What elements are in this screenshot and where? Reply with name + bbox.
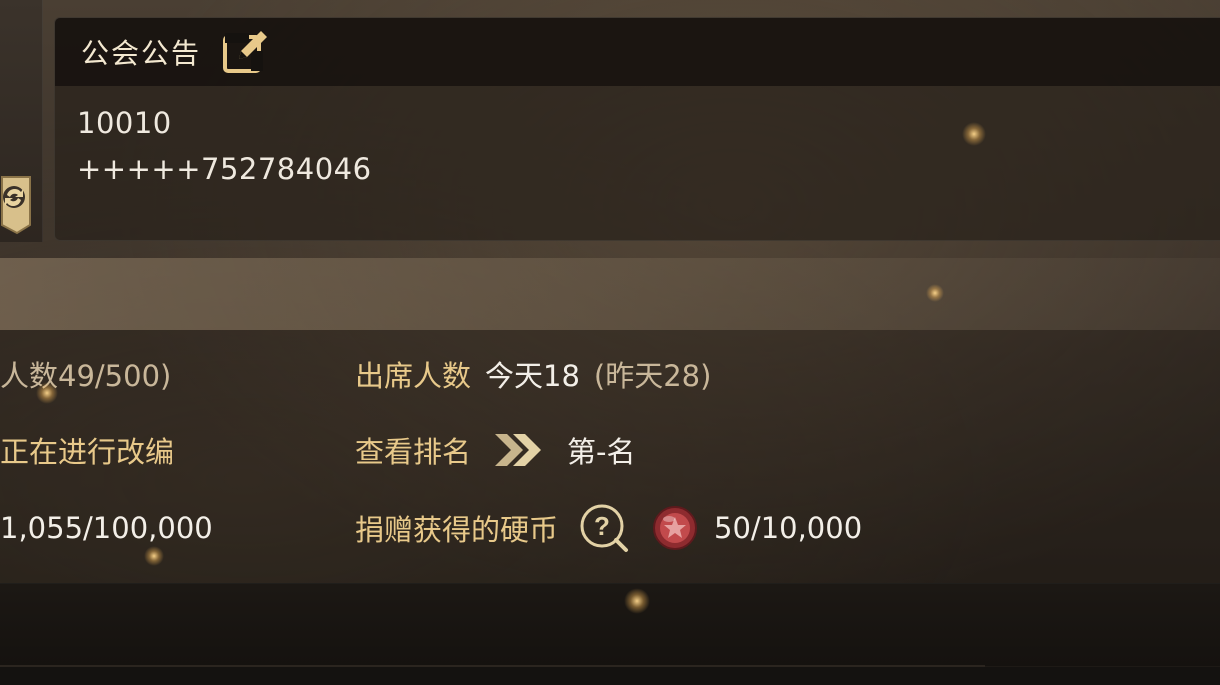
ranking-value: 第-名: [567, 435, 636, 469]
double-chevron-right-icon[interactable]: [493, 430, 547, 470]
bottom-edge: [0, 667, 1220, 685]
notice-title: 公会公告: [81, 37, 202, 70]
sparkle-particle: [962, 122, 986, 146]
sparkle-particle: [144, 546, 164, 566]
guild-status: 正在进行改编: [0, 435, 175, 469]
guild-swap-icon[interactable]: [0, 173, 34, 235]
bottom-bar: [0, 583, 1220, 666]
ranking-row[interactable]: 查看排名 第-名: [355, 422, 635, 478]
attendance-row: 出席人数 今天18 (昨天28): [355, 346, 711, 402]
notice-line: 10010: [77, 106, 172, 140]
sparkle-particle: [36, 382, 58, 404]
sparkle-particle: [926, 284, 944, 302]
donation-row: 捐赠获得的硬币 ? 50/10,000: [355, 500, 862, 556]
guild-notice-panel: 公会公告 10010 +++++752784046: [54, 17, 1220, 241]
red-coin-icon: [652, 505, 698, 551]
svg-text:?: ?: [594, 511, 610, 541]
notice-line: +++++752784046: [77, 152, 372, 186]
guild-stats-area: 人数49/500) 出席人数 今天18 (昨天28) 正在进行改编 查看排名 第…: [0, 330, 1220, 583]
question-magnifier-icon[interactable]: ?: [578, 502, 630, 554]
donation-value: 50/10,000: [714, 511, 863, 545]
attendance-yesterday: (昨天28): [593, 359, 712, 393]
section-divider-band: [0, 258, 1220, 330]
attendance-label: 出席人数: [355, 359, 472, 393]
sparkle-particle: [624, 588, 650, 614]
member-count: 人数49/500): [0, 359, 172, 393]
donation-label: 捐赠获得的硬币: [355, 513, 559, 547]
notice-body: 10010 +++++752784046: [55, 86, 1220, 192]
ranking-label[interactable]: 查看排名: [355, 429, 471, 471]
edit-icon[interactable]: [221, 27, 271, 77]
notice-header: 公会公告: [55, 18, 1220, 86]
guild-funds: 1,055/100,000: [0, 511, 213, 545]
attendance-today: 今天18: [485, 359, 580, 393]
